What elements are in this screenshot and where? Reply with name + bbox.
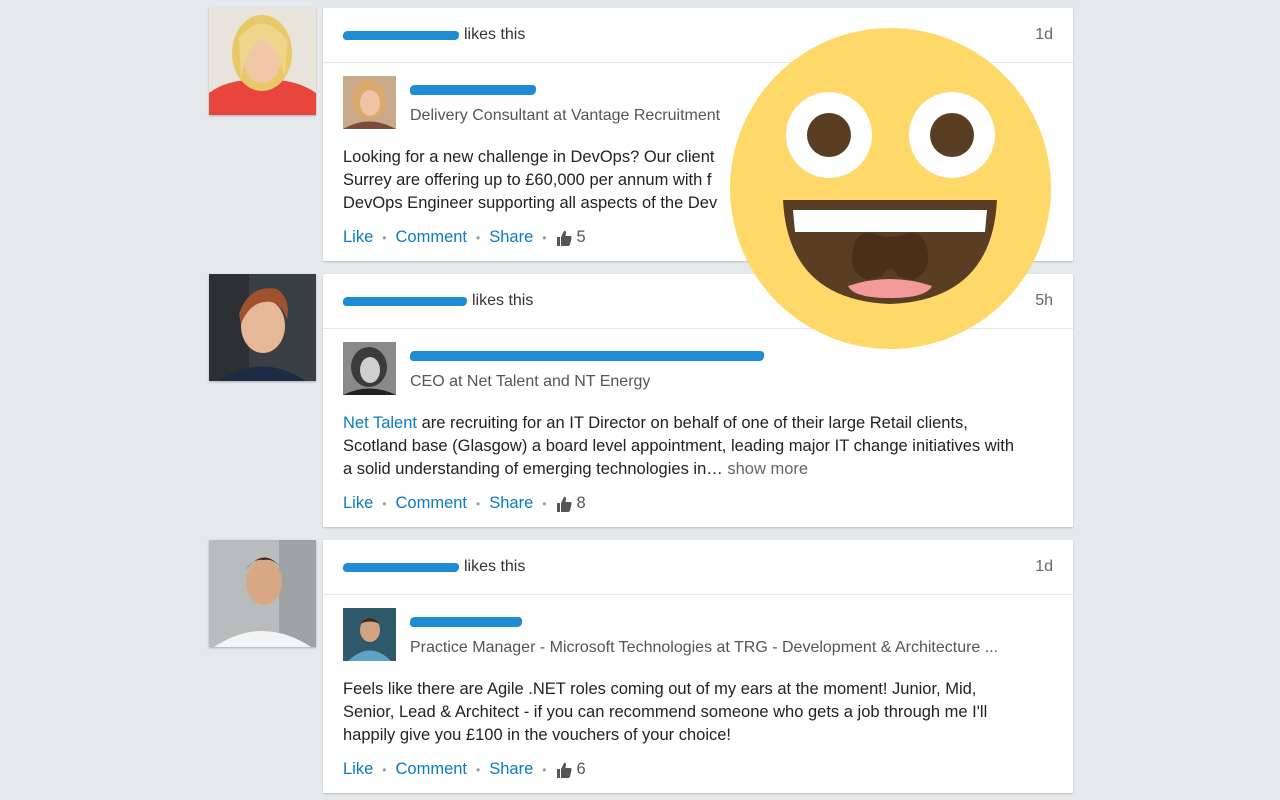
post-line: Feels like there are Agile .NET roles co… xyxy=(343,680,977,698)
like-count-value: 5 xyxy=(576,228,586,246)
company-link[interactable]: Net Talent xyxy=(343,414,417,432)
author-row: Practice Manager - Microsoft Technologie… xyxy=(323,595,1073,661)
share-button[interactable]: Share xyxy=(489,494,533,513)
thumbs-up-icon xyxy=(557,762,573,778)
share-button[interactable]: Share xyxy=(489,228,533,247)
post-actions: Like • Comment • Share • 8 xyxy=(323,481,1073,529)
separator-dot: • xyxy=(542,496,547,511)
separator-dot: • xyxy=(476,762,481,777)
post-line: a solid understanding of emerging techno… xyxy=(343,458,1033,481)
like-count[interactable]: 6 xyxy=(555,760,586,779)
thumbs-up-icon xyxy=(557,230,573,246)
author-meta: Delivery Consultant at Vantage Recruitme… xyxy=(409,76,721,125)
like-count-value: 6 xyxy=(576,760,586,778)
separator-dot: • xyxy=(542,230,547,245)
post-text: are recruiting for an IT Director on beh… xyxy=(417,414,968,432)
redacted-liker-name[interactable] xyxy=(342,562,460,572)
post-card: likes this 1d Practice Manager - Microso… xyxy=(323,540,1073,793)
separator-dot: • xyxy=(476,230,481,245)
thumbs-up-icon xyxy=(557,496,573,512)
liker-avatar[interactable] xyxy=(209,274,316,381)
like-count-value: 8 xyxy=(576,494,586,512)
author-avatar[interactable] xyxy=(343,608,396,661)
post-time: 1d xyxy=(1035,558,1053,575)
author-headline: CEO at Net Talent and NT Energy xyxy=(410,373,651,390)
redacted-liker-name[interactable] xyxy=(342,30,460,40)
author-headline: Practice Manager - Microsoft Technologie… xyxy=(410,639,999,656)
redacted-author-name[interactable] xyxy=(409,617,523,627)
separator-dot: • xyxy=(382,496,387,511)
post-body: Net Talent are recruiting for an IT Dire… xyxy=(323,395,1053,481)
comment-button[interactable]: Comment xyxy=(395,760,467,779)
author-meta: Practice Manager - Microsoft Technologie… xyxy=(409,608,999,657)
redacted-author-name[interactable] xyxy=(409,351,765,361)
card-header: likes this 1d xyxy=(323,540,1073,595)
like-button[interactable]: Like xyxy=(343,760,373,779)
like-button[interactable]: Like xyxy=(343,228,373,247)
comment-button[interactable]: Comment xyxy=(395,228,467,247)
comment-button[interactable]: Comment xyxy=(395,494,467,513)
separator-dot: • xyxy=(382,762,387,777)
separator-dot: • xyxy=(542,762,547,777)
post-text: a solid understanding of emerging techno… xyxy=(343,460,723,478)
share-button[interactable]: Share xyxy=(489,760,533,779)
author-avatar[interactable] xyxy=(343,76,396,129)
like-button[interactable]: Like xyxy=(343,494,373,513)
redacted-liker-name[interactable] xyxy=(342,296,468,306)
post-line: Senior, Lead & Architect - if you can re… xyxy=(343,703,988,721)
post-line: happily give you £100 in the vouchers of… xyxy=(343,726,731,744)
separator-dot: • xyxy=(382,230,387,245)
like-count[interactable]: 8 xyxy=(555,494,586,513)
author-headline: Delivery Consultant at Vantage Recruitme… xyxy=(410,107,721,124)
redacted-author-name[interactable] xyxy=(409,85,537,95)
post-body: Feels like there are Agile .NET roles co… xyxy=(323,661,1053,747)
show-more-link[interactable]: show more xyxy=(727,460,808,478)
separator-dot: • xyxy=(476,496,481,511)
liker-avatar[interactable] xyxy=(209,540,316,647)
author-avatar[interactable] xyxy=(343,342,396,395)
post-actions: Like • Comment • Share • 6 xyxy=(323,747,1073,795)
liker-action: likes this xyxy=(464,558,526,575)
like-count[interactable]: 5 xyxy=(555,228,586,247)
liker-action: likes this xyxy=(464,26,526,43)
liker-avatar[interactable] xyxy=(209,8,316,115)
post-line: Net Talent are recruiting for an IT Dire… xyxy=(343,412,1033,435)
liker-action: likes this xyxy=(472,292,534,309)
post-line: Scotland base (Glasgow) a board level ap… xyxy=(343,437,1015,455)
author-meta: CEO at Net Talent and NT Energy xyxy=(409,342,769,391)
grinning-face-emoji-icon xyxy=(730,28,1051,349)
